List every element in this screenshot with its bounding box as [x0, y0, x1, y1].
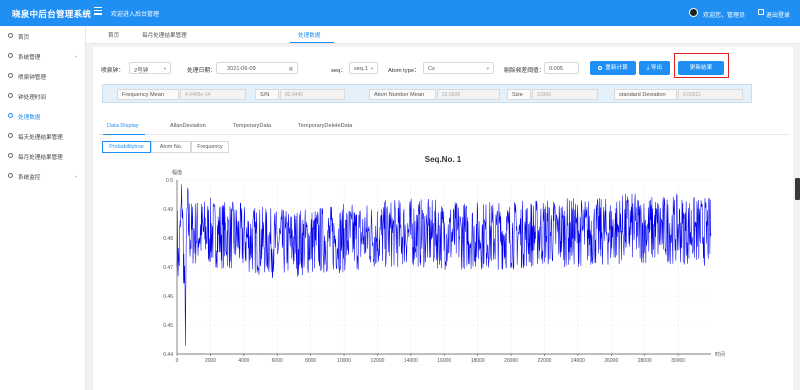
tab-monthly-results[interactable]: 每月处理结果管理	[142, 31, 187, 39]
x-tick-label: 0	[176, 358, 179, 364]
app-brand: 晓泉中后台管理系统	[12, 9, 92, 19]
tab-process-data[interactable]: 处理数据	[298, 31, 320, 39]
logout-icon[interactable]	[758, 9, 764, 15]
avatar[interactable]	[689, 8, 698, 17]
x-tick-label: 14000	[404, 358, 418, 364]
x-tick-label: 30000	[671, 358, 685, 364]
x-tick-label: 22000	[538, 358, 552, 364]
x-tick-label: 2000	[205, 358, 216, 364]
x-tick-label: 26000	[604, 358, 618, 364]
menu-toggle-icon[interactable]	[94, 7, 102, 15]
sidebar-item-monitor[interactable]: 系统监控 ⌄	[0, 170, 86, 184]
user-greeting[interactable]: 欢迎您，管理员	[703, 10, 745, 19]
x-tick-label: 4000	[238, 358, 249, 364]
x-tick-label: 24000	[571, 358, 585, 364]
x-tick-label: 20000	[504, 358, 518, 364]
y-axis-label: 幅值	[172, 169, 182, 176]
chart-title: Seq.No. 1	[425, 155, 462, 164]
logout-button[interactable]: 退出登录	[766, 10, 790, 19]
top-bar: 晓泉中后台管理系统 欢迎进入后台管理 欢迎您，管理员 退出登录	[0, 0, 800, 26]
tab-active-indicator	[290, 42, 334, 44]
side-scroll-handle[interactable]	[795, 178, 800, 200]
x-tick-label: 28000	[638, 358, 652, 364]
x-tick-label: 12000	[370, 358, 384, 364]
axes: 0.44 0.45 0.46 0.47 0.48 0.49 0.5 0 2000 4000 6000…	[163, 178, 711, 364]
clock-icon	[8, 93, 13, 98]
clock-icon	[8, 153, 13, 158]
sidebar-item-daily-results[interactable]: 每天处理结果管理	[0, 130, 86, 144]
y-tick-label: 0.46	[163, 294, 173, 300]
sidebar-item-label: 钟处理时间	[18, 95, 46, 101]
x-tick-label: 16000	[437, 358, 451, 364]
y-tick-label: 0.47	[163, 265, 173, 271]
sidebar-item-label: 系统监控	[18, 175, 41, 181]
sidebar-item-home[interactable]: 首页	[0, 30, 86, 44]
sidebar-item-label: 每天处理结果管理	[18, 135, 63, 141]
sidebar-item-label: 喷泉钟管理	[18, 75, 46, 81]
chevron-down-icon: ⌄	[73, 53, 78, 59]
tab-home[interactable]: 首页	[108, 31, 119, 39]
welcome-text: 欢迎进入后台管理	[111, 12, 160, 18]
sidebar-item-clock-time[interactable]: 钟处理时间	[0, 90, 86, 104]
sidebar-item-label: 系统管理	[18, 55, 41, 61]
y-tick-label: 0.45	[163, 323, 173, 329]
sidebar-item-fountain-clock[interactable]: 喷泉钟管理	[0, 70, 86, 84]
sidebar-item-monthly-results[interactable]: 每月处理结果管理	[0, 150, 86, 164]
y-tick-label: 0.44	[163, 352, 173, 358]
clock-icon	[8, 113, 13, 118]
clock-icon	[8, 73, 13, 78]
x-tick-label: 6000	[272, 358, 283, 364]
sidebar-item-label: 首页	[18, 35, 30, 41]
gear-icon	[8, 53, 13, 58]
sidebar-item-process-data[interactable]: 处理数据	[0, 110, 86, 124]
x-tick-label: 8000	[305, 358, 316, 364]
x-tick-label: 18000	[471, 358, 485, 364]
chevron-down-icon: ⌄	[73, 173, 78, 179]
monitor-icon	[8, 173, 13, 178]
home-icon	[8, 33, 13, 38]
tab-bar: 首页 每月处理结果管理 处理数据	[86, 26, 800, 44]
x-tick-label: 10000	[337, 358, 351, 364]
x-axis-label: 时间	[715, 351, 725, 358]
y-tick-label: 0.5	[166, 178, 173, 184]
sidebar-item-label: 每月处理结果管理	[18, 155, 63, 161]
sidebar-item-label: 处理数据	[18, 115, 41, 121]
clock-icon	[8, 133, 13, 138]
sidebar-item-system[interactable]: 系统管理 ⌄	[0, 50, 86, 64]
main-panel: 喷泉钟： 2号钟 ▾ 处理日期： 2021-06-09 ▦ seq： seq.1…	[93, 47, 793, 390]
time-series-chart: Seq.No. 1 幅值 时间 0.44 0.45 0.46 0.47 0.48 0.49…	[163, 155, 725, 364]
y-tick-label: 0.49	[163, 207, 173, 213]
sidebar: 首页 系统管理 ⌄ 喷泉钟管理 钟处理时间 处理数据 每天处理结果管理 每月处理…	[0, 26, 86, 390]
y-tick-label: 0.48	[163, 236, 173, 242]
